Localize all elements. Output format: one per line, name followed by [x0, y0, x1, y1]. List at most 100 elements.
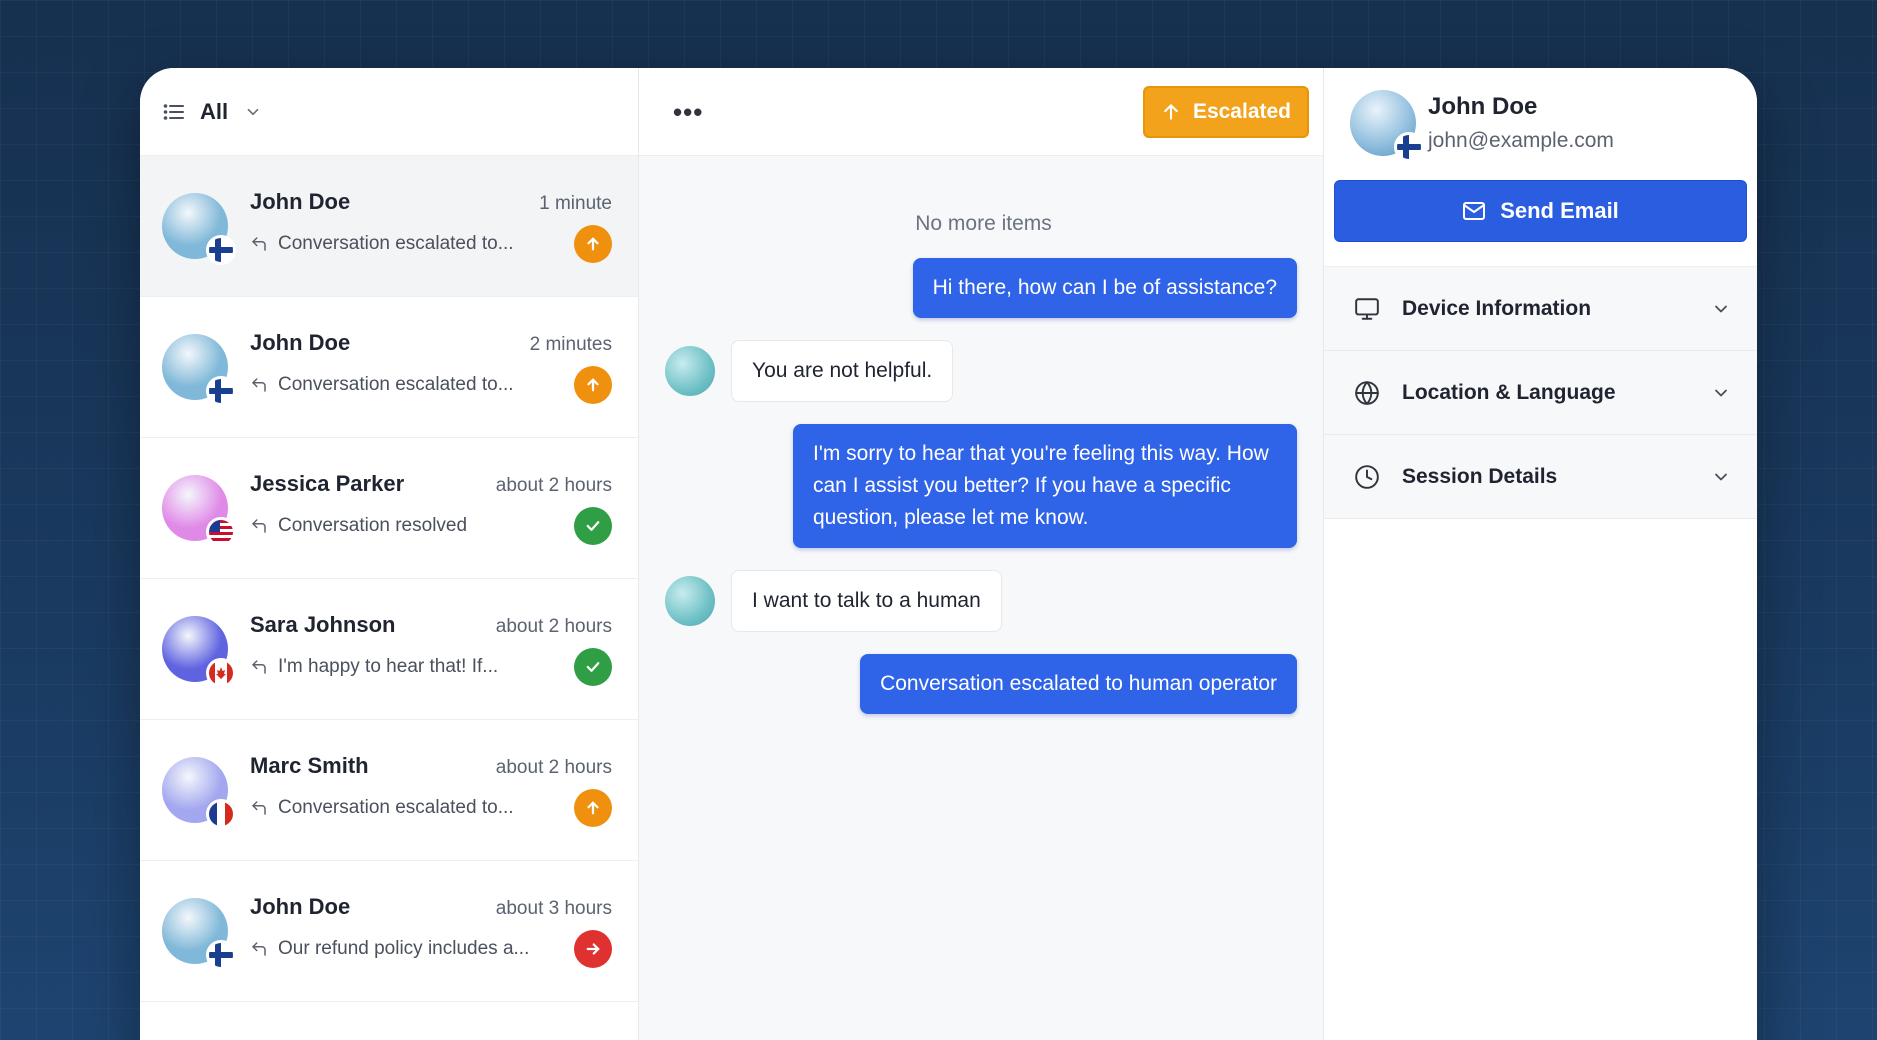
avatar — [162, 898, 236, 970]
finland-flag-icon — [206, 376, 236, 406]
arrow-right-icon — [584, 940, 602, 958]
agent-message: I'm sorry to hear that you're feeling th… — [793, 424, 1297, 548]
conversation-name: Sara Johnson — [250, 612, 396, 637]
user-message: I want to talk to a human — [731, 570, 1002, 632]
globe-icon — [1354, 380, 1380, 406]
chat-panel: ••• Escalated No more items Hi there, ho… — [639, 68, 1324, 1040]
more-options-button[interactable]: ••• — [673, 99, 703, 125]
finland-flag-icon — [206, 940, 236, 970]
arrow-up-icon — [1161, 102, 1181, 122]
conversation-item[interactable]: John Doe 1 minute Conversation escalated… — [140, 156, 638, 297]
reply-icon — [250, 517, 268, 535]
status-forwarded-badge — [574, 930, 612, 968]
conversation-time: about 2 hours — [495, 616, 612, 637]
conversation-time: about 2 hours — [495, 475, 612, 496]
avatar — [162, 475, 236, 547]
avatar — [1350, 90, 1424, 162]
conversation-time: about 3 hours — [495, 898, 612, 919]
status-escalated-badge — [574, 366, 612, 404]
profile-panel: John Doe john@example.com Send Email Dev… — [1324, 68, 1757, 1040]
reply-icon — [250, 376, 268, 394]
conversation-item[interactable]: Jessica Parker about 2 hours Conversatio… — [140, 438, 638, 579]
user-message-row: I want to talk to a human — [665, 570, 1297, 632]
check-icon — [584, 517, 602, 535]
profile-header: John Doe john@example.com — [1324, 68, 1757, 162]
conversation-time: 2 minutes — [529, 334, 612, 355]
conversation-preview: Conversation escalated to... — [278, 797, 514, 818]
arrow-up-icon — [584, 799, 602, 817]
conversation-time: about 2 hours — [495, 757, 612, 778]
section-location-language[interactable]: Location & Language — [1324, 351, 1757, 435]
chevron-down-icon — [1711, 467, 1731, 487]
mail-icon — [1462, 199, 1486, 223]
section-label: Device Information — [1402, 296, 1592, 320]
conversation-preview: Our refund policy includes a... — [278, 938, 530, 959]
section-device-information[interactable]: Device Information — [1324, 267, 1757, 351]
app-window: All John Doe 1 minute Conversation escal… — [140, 68, 1757, 1040]
section-label: Session Details — [1402, 464, 1558, 488]
list-icon — [162, 100, 186, 124]
avatar — [162, 193, 236, 265]
escalated-button[interactable]: Escalated — [1142, 85, 1309, 138]
status-resolved-badge — [574, 648, 612, 686]
check-icon — [584, 658, 602, 676]
finland-flag-icon — [206, 235, 236, 265]
agent-message: Hi there, how can I be of assistance? — [912, 258, 1297, 318]
chevron-down-icon — [244, 103, 262, 121]
user-message: You are not helpful. — [731, 340, 954, 402]
reply-icon — [250, 799, 268, 817]
profile-email[interactable]: john@example.com — [1428, 129, 1614, 153]
avatar — [162, 616, 236, 688]
send-email-button[interactable]: Send Email — [1334, 180, 1747, 242]
conversation-name: John Doe — [250, 894, 351, 919]
section-session-details[interactable]: Session Details — [1324, 435, 1757, 519]
filter-label: All — [200, 98, 229, 124]
conversation-preview: Conversation resolved — [278, 515, 468, 536]
escalated-label: Escalated — [1192, 99, 1291, 123]
monitor-icon — [1354, 296, 1380, 322]
conversation-item[interactable]: Sara Johnson about 2 hours I'm happy to … — [140, 579, 638, 720]
canada-flag-icon — [206, 658, 236, 688]
section-label: Location & Language — [1402, 380, 1616, 404]
reply-icon — [250, 940, 268, 958]
france-flag-icon — [206, 799, 236, 829]
chat-messages: No more items Hi there, how can I be of … — [639, 156, 1323, 1040]
conversation-name: John Doe — [250, 189, 351, 214]
conversation-name: Jessica Parker — [250, 471, 405, 496]
avatar — [665, 346, 715, 396]
conversation-preview: I'm happy to hear that! If... — [278, 656, 499, 677]
arrow-up-icon — [584, 376, 602, 394]
conversation-list: John Doe 1 minute Conversation escalated… — [140, 156, 638, 1040]
avatar — [665, 576, 715, 626]
avatar — [162, 334, 236, 406]
conversation-time: 1 minute — [539, 193, 612, 214]
conversation-item[interactable]: John Doe about 3 hours Our refund policy… — [140, 861, 638, 1002]
finland-flag-icon — [1394, 132, 1424, 162]
details-accordion: Device Information Location & Language S — [1324, 266, 1757, 519]
status-escalated-badge — [574, 225, 612, 263]
message-list: Hi there, how can I be of assistance? Yo… — [665, 258, 1297, 714]
agent-message-row: Hi there, how can I be of assistance? — [665, 258, 1297, 318]
avatar — [162, 757, 236, 829]
agent-message: Conversation escalated to human operator — [860, 654, 1297, 714]
filter-bar[interactable]: All — [140, 68, 638, 156]
conversation-item[interactable]: Marc Smith about 2 hours Conversation es… — [140, 720, 638, 861]
status-escalated-badge — [574, 789, 612, 827]
conversation-name: Marc Smith — [250, 753, 369, 778]
usa-flag-icon — [206, 517, 236, 547]
chat-header: ••• Escalated — [639, 68, 1323, 156]
conversation-sidebar: All John Doe 1 minute Conversation escal… — [140, 68, 639, 1040]
status-resolved-badge — [574, 507, 612, 545]
send-email-label: Send Email — [1500, 198, 1619, 223]
profile-name: John Doe — [1428, 93, 1538, 120]
clock-icon — [1354, 464, 1380, 490]
no-more-items-label: No more items — [915, 212, 1052, 235]
agent-message-row: I'm sorry to hear that you're feeling th… — [665, 424, 1297, 548]
reply-icon — [250, 235, 268, 253]
arrow-up-icon — [584, 235, 602, 253]
conversation-item[interactable]: John Doe 2 minutes Conversation escalate… — [140, 297, 638, 438]
user-message-row: You are not helpful. — [665, 340, 1297, 402]
conversation-name: John Doe — [250, 330, 351, 355]
agent-message-row: Conversation escalated to human operator — [665, 654, 1297, 714]
reply-icon — [250, 658, 268, 676]
